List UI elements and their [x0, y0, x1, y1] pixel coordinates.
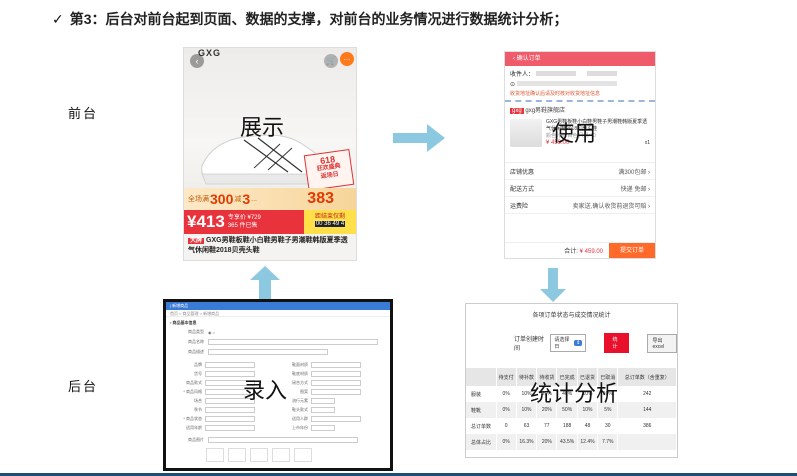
goods-thumbnail [510, 119, 542, 147]
order-row-insurance[interactable]: 运费险 卖家送,确认收货前退货可赔 › [505, 197, 655, 214]
submit-order-button[interactable]: 提交订单 [609, 243, 655, 258]
promo-banner: 全场满 300 减 3... 383 [184, 188, 356, 210]
cart-icon[interactable]: 🛒 [324, 54, 338, 68]
arrow-up-icon [250, 266, 280, 302]
time-label: 订单创建时间 [514, 337, 545, 352]
admin-entry-screenshot: | 新增商品 首页 > 商品管理 > 新增商品 • 商品基本信息 商品类型 ◉ ○… [163, 299, 393, 471]
admin-title-bar: | 新增商品 [166, 302, 390, 310]
order-goods[interactable]: GXG男鞋板鞋小白鞋男鞋子男潮鞋韩版夏季透气休闲鞋2018贝壳头鞋 颜色分类:白… [505, 117, 655, 163]
promo-badge: 618 狂欢盛典 返场日 [303, 148, 355, 192]
image-upload-slot[interactable] [206, 448, 224, 462]
slide-heading: ✓ 第3：后台对前台起到页面、数据的支撑，对前台的业务情况进行数据统计分析； [52, 9, 568, 29]
check-icon: ✓ [52, 10, 64, 27]
price-row: ¥413 专享价 ¥729 365 件已售 距结束仅剩 00 36 49 4 [184, 210, 356, 234]
product-price: ¥413 [187, 212, 225, 231]
table-row: 总体占比 0% 16.3% 20% 43.5% 12.4% 7.7% [466, 434, 677, 450]
table-row: 总订单数 0 63 77 188 48 30 386 [466, 418, 677, 434]
stats-table: 待支付 待补款 待收货 已完成 已退货 已取消 总订单数（含重复） 服装 0% 10… [466, 368, 677, 450]
order-topbar[interactable]: ‹ 确认订单 [505, 52, 655, 66]
address-block[interactable]: 收件人： ⊙ 收货地址确认后请及时核对收货地址信息 [505, 66, 655, 102]
back-button[interactable]: ‹ [190, 54, 204, 68]
image-upload-slot[interactable] [272, 448, 290, 462]
stat-button[interactable]: 统计 [604, 333, 630, 353]
breadcrumb: 首页 > 商品管理 > 新增商品 [166, 310, 390, 317]
order-row-discount[interactable]: 店铺优惠 满300包邮 › [505, 163, 655, 180]
countdown-timer: 距结束仅剩 00 36 49 4 [304, 210, 356, 234]
date-select[interactable]: 请选择日 ⇕ [550, 334, 587, 352]
product-title[interactable]: 大牌 GXG男鞋板鞋小白鞋男鞋子男潮鞋韩版夏季透气休闲鞋2018贝壳头鞋 [188, 236, 348, 255]
heading-text: 第3：后台对前台起到页面、数据的支撑，对前台的业务情况进行数据统计分析； [69, 11, 568, 27]
image-upload-slot[interactable] [250, 448, 268, 462]
order-row-delivery[interactable]: 配送方式 快递 免邮 › [505, 180, 655, 197]
brand-tag: 大牌 [188, 238, 205, 244]
frontend-label: 前台 [68, 106, 99, 121]
product-detail-screenshot: GXG ‹ 🛒 … 618 狂欢盛典 返场日 全场满 300 减 3... 383 ¥… [183, 47, 357, 261]
radio-option[interactable]: ◉ ○ [208, 330, 215, 335]
order-confirm-screenshot: ‹ 确认订单 收件人： ⊙ 收货地址确认后请及时核对收货地址信息 gxg gxg… [504, 51, 656, 259]
form-section-title: • 商品基本信息 [170, 320, 197, 325]
name-input[interactable] [208, 339, 378, 345]
stats-title: 各项订单状态与成交情况统计 [532, 313, 611, 319]
image-upload-slot[interactable] [228, 448, 246, 462]
location-icon: ⊙ [510, 82, 516, 88]
order-footer: 合计: ¥ 459.00 提交订单 [505, 242, 655, 258]
arrow-down-icon [540, 268, 566, 302]
table-row: 服装 0% 10% 20% 40% 10% 10% 242 [466, 386, 677, 402]
more-icon[interactable]: … [340, 52, 354, 66]
table-row: 鞋靴 0% 10% 20% 50% 10% 5% 144 [466, 402, 677, 418]
desc-input[interactable] [208, 349, 328, 355]
chevron-down-icon: ⇕ [574, 340, 583, 346]
arrow-right-icon [393, 124, 445, 152]
store-name: gxg gxg男鞋旗舰店 [510, 108, 566, 114]
backend-label: 后台 [68, 379, 99, 394]
image-upload-slot[interactable] [294, 448, 312, 462]
export-excel-button[interactable]: 导出excel [647, 333, 677, 353]
stats-screenshot: 各项订单状态与成交情况统计 订单创建时间 请选择日 ⇕ 统计 导出excel 待支… [465, 303, 678, 458]
